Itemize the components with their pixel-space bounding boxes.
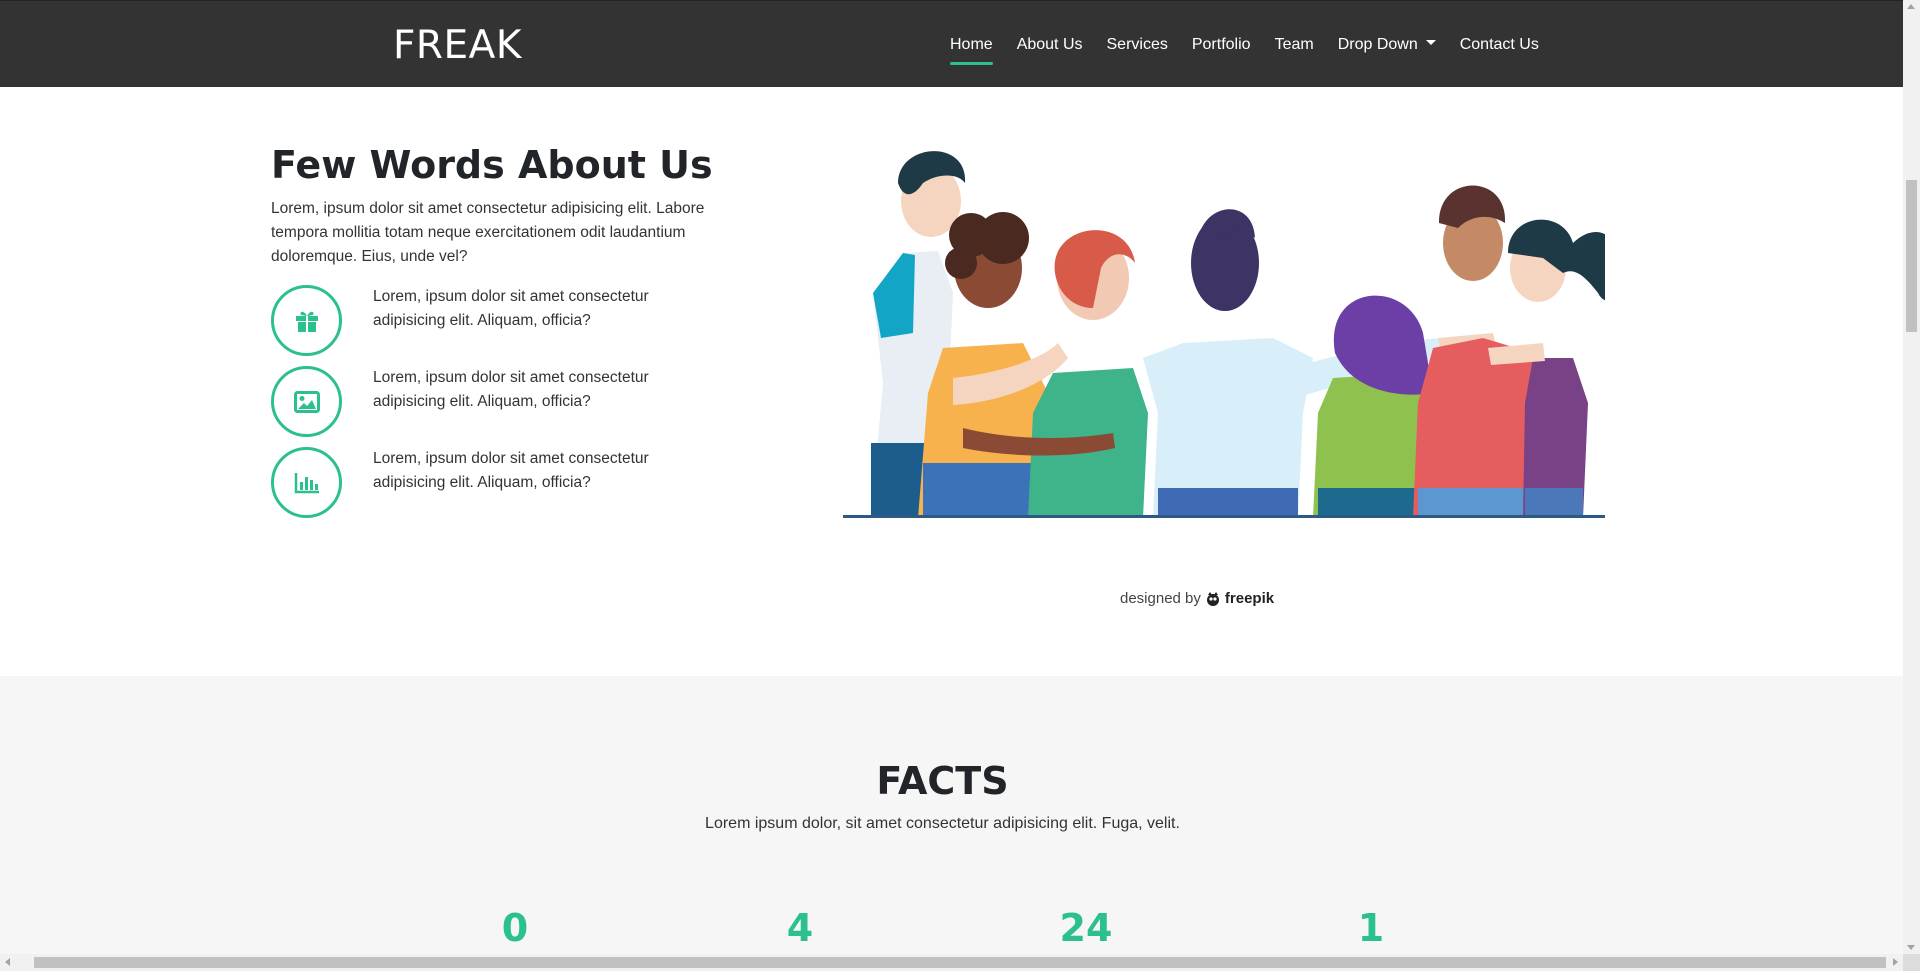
nav-item-label: Home <box>950 35 993 53</box>
feature-text: Lorem, ipsum dolor sit amet consectetur … <box>373 450 649 491</box>
facts-subtitle: Lorem ipsum dolor, sit amet consectetur … <box>705 815 1180 832</box>
scrollbar-corner <box>1903 954 1920 971</box>
team-hug-illustration <box>843 151 1605 518</box>
nav-menu: Home About Us Services Portfolio Team Dr… <box>938 1 1551 88</box>
feature-text: Lorem, ipsum dolor sit amet consectetur … <box>373 288 649 329</box>
nav-item-home[interactable]: Home <box>938 1 1005 88</box>
nav-item-drop-down[interactable]: Drop Down <box>1326 1 1448 88</box>
fact-number: 1 <box>1357 906 1385 950</box>
freepik-logo-icon <box>1206 591 1219 606</box>
about-title: Few Words About Us <box>271 143 713 187</box>
scroll-right-arrow-icon[interactable] <box>1893 958 1898 966</box>
vertical-scroll-thumb[interactable] <box>1906 180 1917 332</box>
nav-item-portfolio[interactable]: Portfolio <box>1180 1 1263 88</box>
scroll-down-arrow-icon[interactable] <box>1907 945 1915 950</box>
fact-number: 0 <box>501 906 529 950</box>
gift-icon <box>295 311 318 332</box>
credit-brand[interactable]: freepik <box>1225 590 1274 607</box>
bar-chart-icon <box>294 472 319 493</box>
credit-prefix: designed by <box>1120 590 1201 607</box>
nav-item-label: Drop Down <box>1337 35 1418 53</box>
feature-icon-circle <box>271 366 342 437</box>
facts-section: FACTS Lorem ipsum dolor, sit amet consec… <box>0 676 1903 971</box>
feature-text: Lorem, ipsum dolor sit amet consectetur … <box>373 369 649 410</box>
brand-logo[interactable]: FREAK <box>393 23 522 68</box>
feature-icon-circle <box>271 447 342 518</box>
nav-item-label: Team <box>1274 35 1314 53</box>
image-icon <box>293 390 320 413</box>
nav-item-contact-us[interactable]: Contact Us <box>1448 1 1551 88</box>
horizontal-scroll-thumb[interactable] <box>34 957 1886 968</box>
feature-item: Lorem, ipsum dolor sit amet consectetur … <box>271 285 741 357</box>
nav-item-label: Portfolio <box>1191 35 1251 53</box>
navbar: FREAK Home About Us Services Portfolio T… <box>0 0 1903 87</box>
scroll-up-arrow-icon[interactable] <box>1907 4 1915 9</box>
fact-number: 4 <box>786 906 814 950</box>
feature-icon-circle <box>271 285 342 356</box>
nav-item-about-us[interactable]: About Us <box>1005 1 1095 88</box>
nav-item-label: Contact Us <box>1459 35 1539 53</box>
feature-item: Lorem, ipsum dolor sit amet consectetur … <box>271 366 741 438</box>
horizontal-scrollbar[interactable] <box>0 954 1903 971</box>
fact-number: 24 <box>1059 906 1113 950</box>
feature-item: Lorem, ipsum dolor sit amet consectetur … <box>271 447 741 519</box>
about-section: Few Words About Us Lorem, ipsum dolor si… <box>0 87 1903 676</box>
nav-item-label: Services <box>1106 35 1168 53</box>
vertical-scrollbar[interactable] <box>1903 0 1920 954</box>
scroll-left-arrow-icon[interactable] <box>5 958 10 966</box>
about-description: Lorem, ipsum dolor sit amet consectetur … <box>271 200 705 265</box>
freepik-credit: designed by freepik <box>1120 590 1274 607</box>
nav-item-services[interactable]: Services <box>1095 1 1180 88</box>
caret-down-icon <box>1425 40 1436 45</box>
nav-item-team[interactable]: Team <box>1263 1 1326 88</box>
nav-item-label: About Us <box>1016 35 1083 53</box>
facts-title: FACTS <box>876 759 1009 803</box>
